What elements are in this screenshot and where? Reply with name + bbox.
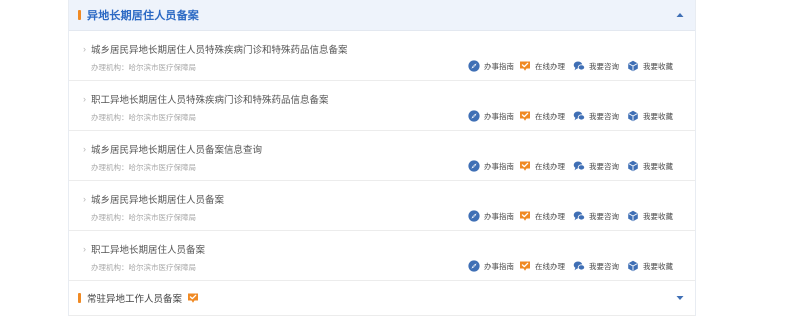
- compass-icon: [468, 110, 480, 122]
- online-button[interactable]: 在线办理: [519, 259, 565, 273]
- item-org: 办理机构：哈尔滨市医疗保障局: [91, 213, 196, 222]
- chat-bubble-icon: [573, 60, 585, 72]
- list-item: › 城乡居民异地长期居住人员备案 办理机构：哈尔滨市医疗保障局 办事指南 在线办…: [69, 181, 695, 231]
- guide-button[interactable]: 办事指南: [468, 209, 514, 223]
- list-item: › 城乡居民异地长期居住人员备案信息查询 办理机构：哈尔滨市医疗保障局 办事指南…: [69, 131, 695, 181]
- consult-button[interactable]: 我要咨询: [573, 159, 619, 173]
- list-item: › 职工异地长期居住人员特殊疾病门诊和特殊药品信息备案 办理机构：哈尔滨市医疗保…: [69, 81, 695, 131]
- favorite-label: 我要收藏: [643, 211, 673, 221]
- online-button[interactable]: 在线办理: [519, 209, 565, 223]
- section-marker: [78, 293, 81, 303]
- online-button[interactable]: 在线办理: [519, 159, 565, 173]
- guide-button[interactable]: 办事指南: [468, 259, 514, 273]
- online-badge-icon: [519, 260, 531, 272]
- consult-button[interactable]: 我要咨询: [573, 59, 619, 73]
- chat-bubble-icon: [573, 210, 585, 222]
- bullet-icon: ›: [83, 244, 86, 254]
- favorite-label: 我要收藏: [643, 61, 673, 71]
- online-badge-icon: [519, 110, 531, 122]
- item-org: 办理机构：哈尔滨市医疗保障局: [91, 163, 196, 172]
- item-title[interactable]: 职工异地长期居住人员备案: [91, 242, 205, 256]
- next-section-header[interactable]: 常驻异地工作人员备案: [69, 281, 695, 316]
- favorite-label: 我要收藏: [643, 111, 673, 121]
- favorite-button[interactable]: 我要收藏: [627, 159, 673, 173]
- online-badge-icon: [519, 160, 531, 172]
- online-badge-icon: [187, 292, 199, 304]
- consult-label: 我要咨询: [589, 261, 619, 271]
- chat-bubble-icon: [573, 260, 585, 272]
- bullet-icon: ›: [83, 144, 86, 154]
- online-button[interactable]: 在线办理: [519, 59, 565, 73]
- cube-icon: [627, 210, 639, 222]
- item-org: 办理机构：哈尔滨市医疗保障局: [91, 63, 196, 72]
- next-section-title: 常驻异地工作人员备案: [87, 294, 183, 305]
- service-list-panel: 异地长期居住人员备案 › 城乡居民异地长期居住人员特殊疾病门诊和特殊药品信息备案…: [68, 0, 696, 316]
- consult-label: 我要咨询: [589, 61, 619, 71]
- online-label: 在线办理: [535, 261, 565, 271]
- online-badge-icon: [519, 210, 531, 222]
- chat-bubble-icon: [573, 160, 585, 172]
- consult-label: 我要咨询: [589, 211, 619, 221]
- compass-icon: [468, 260, 480, 272]
- collapse-button[interactable]: [673, 0, 687, 30]
- guide-label: 办事指南: [484, 211, 514, 221]
- guide-label: 办事指南: [484, 261, 514, 271]
- chevron-down-icon: [676, 296, 684, 300]
- consult-button[interactable]: 我要咨询: [573, 109, 619, 123]
- item-org: 办理机构：哈尔滨市医疗保障局: [91, 113, 196, 122]
- section-title: 异地长期居住人员备案: [87, 10, 199, 22]
- cube-icon: [627, 160, 639, 172]
- item-title[interactable]: 城乡居民异地长期居住人员备案信息查询: [91, 142, 262, 156]
- online-badge-icon: [519, 60, 531, 72]
- bullet-icon: ›: [83, 44, 86, 54]
- item-title[interactable]: 城乡居民异地长期居住人员备案: [91, 192, 224, 206]
- cube-icon: [627, 110, 639, 122]
- guide-button[interactable]: 办事指南: [468, 59, 514, 73]
- list-item: › 职工异地长期居住人员备案 办理机构：哈尔滨市医疗保障局 办事指南 在线办理 …: [69, 231, 695, 281]
- cube-icon: [627, 60, 639, 72]
- item-org: 办理机构：哈尔滨市医疗保障局: [91, 263, 196, 272]
- guide-button[interactable]: 办事指南: [468, 109, 514, 123]
- consult-label: 我要咨询: [589, 161, 619, 171]
- list-item: › 城乡居民异地长期居住人员特殊疾病门诊和特殊药品信息备案 办理机构：哈尔滨市医…: [69, 31, 695, 81]
- online-label: 在线办理: [535, 211, 565, 221]
- favorite-button[interactable]: 我要收藏: [627, 259, 673, 273]
- section-marker: [78, 10, 81, 20]
- compass-icon: [468, 60, 480, 72]
- section-header[interactable]: 异地长期居住人员备案: [69, 0, 695, 31]
- chevron-up-icon: [676, 13, 684, 17]
- consult-label: 我要咨询: [589, 111, 619, 121]
- online-button[interactable]: 在线办理: [519, 109, 565, 123]
- favorite-button[interactable]: 我要收藏: [627, 59, 673, 73]
- consult-button[interactable]: 我要咨询: [573, 259, 619, 273]
- guide-label: 办事指南: [484, 111, 514, 121]
- favorite-label: 我要收藏: [643, 161, 673, 171]
- item-title[interactable]: 职工异地长期居住人员特殊疾病门诊和特殊药品信息备案: [91, 92, 329, 106]
- compass-icon: [468, 210, 480, 222]
- chat-bubble-icon: [573, 110, 585, 122]
- consult-button[interactable]: 我要咨询: [573, 209, 619, 223]
- item-title[interactable]: 城乡居民异地长期居住人员特殊疾病门诊和特殊药品信息备案: [91, 42, 348, 56]
- guide-label: 办事指南: [484, 161, 514, 171]
- bullet-icon: ›: [83, 94, 86, 104]
- bullet-icon: ›: [83, 194, 86, 204]
- online-label: 在线办理: [535, 161, 565, 171]
- guide-button[interactable]: 办事指南: [468, 159, 514, 173]
- guide-label: 办事指南: [484, 61, 514, 71]
- cube-icon: [627, 260, 639, 272]
- expand-button[interactable]: [673, 281, 687, 315]
- online-label: 在线办理: [535, 61, 565, 71]
- favorite-label: 我要收藏: [643, 261, 673, 271]
- favorite-button[interactable]: 我要收藏: [627, 109, 673, 123]
- compass-icon: [468, 160, 480, 172]
- favorite-button[interactable]: 我要收藏: [627, 209, 673, 223]
- online-label: 在线办理: [535, 111, 565, 121]
